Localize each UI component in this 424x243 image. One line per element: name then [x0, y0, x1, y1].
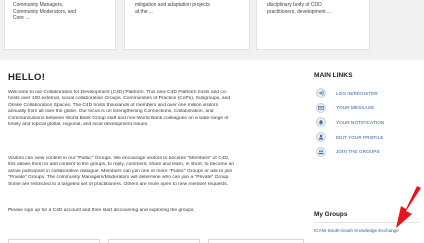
bottom-card[interactable] — [8, 239, 100, 243]
card-text-line: Community Managers, — [13, 2, 64, 8]
visitors-paragraph: Visitors can view content in our "Public… — [8, 156, 304, 188]
hello-heading: HELLO! — [8, 72, 46, 83]
main-link-join-groups[interactable]: JOIN THE GROUPS — [316, 146, 420, 157]
card-text-line: mitigation and adaptation projects — [135, 2, 210, 8]
main-links-heading: MAIN LINKS — [314, 72, 353, 79]
annotation-arrow-icon — [396, 186, 421, 228]
message-icon — [316, 102, 326, 113]
main-link-label: LOG IN/REGISTER — [336, 90, 378, 96]
bottom-card[interactable] — [208, 239, 304, 243]
card-text-line: practitioners, development ... — [267, 8, 332, 15]
groups-icon — [316, 146, 326, 157]
my-group-link[interactable]: ICANI South-South Knowledge Exchange — [314, 228, 399, 233]
main-link-your-message[interactable]: YOUR MESSAGE — [316, 102, 420, 113]
main-link-your-notification[interactable]: YOUR NOTIFICATION — [316, 117, 420, 128]
my-groups-heading: My Groups — [314, 211, 348, 218]
main-link-label: YOUR MESSAGE — [336, 105, 375, 111]
card-text-line: Core ... — [13, 15, 30, 22]
main-link-label: YOUR NOTIFICATION — [336, 119, 385, 125]
main-link-label: EDIT YOUR PROFILE — [336, 134, 384, 140]
profile-icon — [316, 132, 326, 143]
featured-card-3[interactable]: disciplinary body of CDD practitioners, … — [256, 0, 370, 50]
card-text-line: at the ... — [135, 8, 154, 15]
main-links-list: LOG IN/REGISTER YOUR MESSAGE YOUR NOTIFI… — [316, 88, 420, 161]
signup-paragraph: Please sign up for a C4D account and the… — [8, 208, 304, 214]
bottom-card[interactable] — [108, 239, 200, 243]
bottom-cards-row — [8, 239, 304, 243]
notification-icon — [316, 117, 326, 128]
main-link-label: JOIN THE GROUPS — [336, 149, 380, 155]
paragraph-line: timely and topical global, regional, and… — [8, 122, 149, 128]
card-text-line: disciplinary body of CDD — [267, 2, 322, 8]
paragraph-line: Please sign up for a C4D account and the… — [8, 208, 195, 213]
featured-card-2[interactable]: mitigation and adaptation projects at th… — [124, 0, 250, 50]
main-link-edit-profile[interactable]: EDIT YOUR PROFILE — [316, 132, 420, 143]
main-link-login-register[interactable]: LOG IN/REGISTER — [316, 88, 420, 98]
paragraph-line: Some are restricted to a targeted set of… — [8, 181, 228, 187]
card-text-line: Community Moderators, and — [13, 8, 77, 15]
welcome-paragraph: Welcome to our Collaboration for Develop… — [8, 90, 304, 128]
featured-card-1[interactable]: Community Managers, Community Moderators… — [4, 0, 116, 50]
login-icon — [316, 88, 326, 98]
